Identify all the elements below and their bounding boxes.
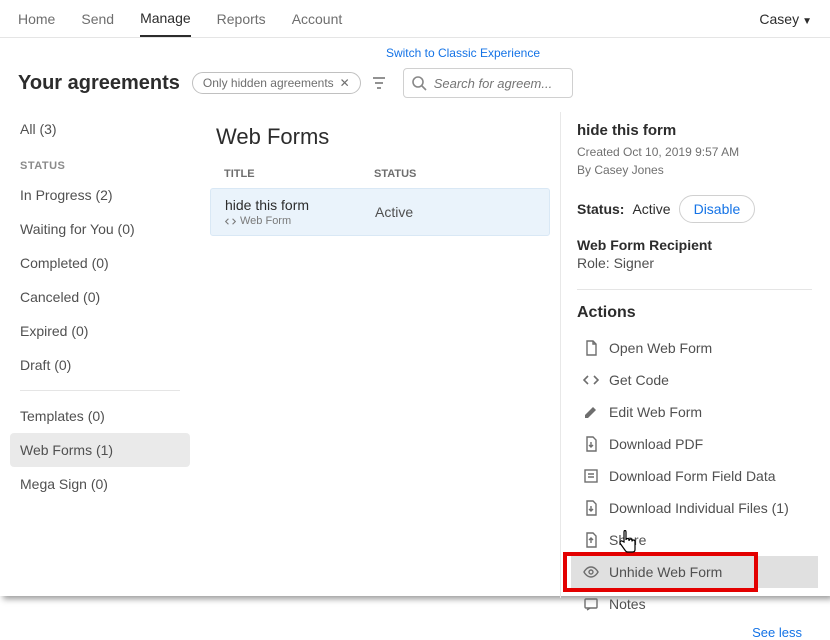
recipient-block: Web Form Recipient Role: Signer <box>577 237 812 271</box>
close-icon[interactable]: ✕ <box>340 76 350 90</box>
filter-icon[interactable] <box>371 75 387 91</box>
filter-chip[interactable]: Only hidden agreements ✕ <box>192 72 361 94</box>
action-label: Edit Web Form <box>609 404 702 420</box>
action-label: Open Web Form <box>609 340 712 356</box>
code-icon <box>583 372 599 388</box>
sidebar-waiting[interactable]: Waiting for You (0) <box>10 212 190 246</box>
sidebar-web-forms[interactable]: Web Forms (1) <box>10 433 190 467</box>
sidebar-canceled[interactable]: Canceled (0) <box>10 280 190 314</box>
sidebar-in-progress[interactable]: In Progress (2) <box>10 178 190 212</box>
sidebar-mega-sign[interactable]: Mega Sign (0) <box>10 467 190 501</box>
pencil-icon <box>583 404 599 420</box>
actions-block: Actions Open Web Form Get Code Edit Web … <box>577 304 812 640</box>
details-created: Created Oct 10, 2019 9:57 AM <box>577 143 812 161</box>
action-download-pdf[interactable]: Download PDF <box>577 428 812 460</box>
nav-manage[interactable]: Manage <box>140 0 191 37</box>
header-row: Your agreements Only hidden agreements ✕ <box>0 60 830 112</box>
row-status: Active <box>375 204 413 220</box>
action-share[interactable]: Share <box>577 524 812 556</box>
action-label: Download Individual Files (1) <box>609 500 789 516</box>
action-label: Get Code <box>609 372 669 388</box>
document-icon <box>583 340 599 356</box>
search-input[interactable] <box>403 68 573 98</box>
sidebar-templates[interactable]: Templates (0) <box>10 399 190 433</box>
action-unhide-web-form[interactable]: Unhide Web Form <box>571 556 818 588</box>
user-name: Casey <box>759 11 799 27</box>
see-less-link[interactable]: See less <box>752 625 802 640</box>
details-separator <box>577 289 812 290</box>
chip-label: Only hidden agreements <box>203 76 334 90</box>
row-subtype: Web Form <box>225 215 375 227</box>
action-notes[interactable]: Notes <box>577 588 812 620</box>
sidebar-heading-status: STATUS <box>10 146 190 178</box>
action-open-web-form[interactable]: Open Web Form <box>577 332 812 364</box>
action-label: Notes <box>609 596 646 612</box>
note-icon <box>583 596 599 612</box>
search-icon <box>411 75 427 91</box>
switch-classic-row: Switch to Classic Experience <box>220 38 560 60</box>
disable-button[interactable]: Disable <box>679 195 756 223</box>
chevron-down-icon: ▼ <box>802 16 812 27</box>
sidebar: All (3) STATUS In Progress (2) Waiting f… <box>0 112 200 598</box>
user-menu[interactable]: Casey▼ <box>759 11 812 27</box>
share-icon <box>583 532 599 548</box>
main: All (3) STATUS In Progress (2) Waiting f… <box>0 112 830 598</box>
details-title: hide this form <box>577 122 812 139</box>
top-nav: Home Send Manage Reports Account Casey▼ <box>0 0 830 38</box>
action-download-form-field-data[interactable]: Download Form Field Data <box>577 460 812 492</box>
status-label: Status: <box>577 201 624 217</box>
details-panel: hide this form Created Oct 10, 2019 9:57… <box>560 112 830 598</box>
sidebar-completed[interactable]: Completed (0) <box>10 246 190 280</box>
see-less-row: See less <box>577 620 812 640</box>
action-label: Download Form Field Data <box>609 468 776 484</box>
action-label: Unhide Web Form <box>609 564 722 580</box>
eye-icon <box>583 564 599 580</box>
center-heading: Web Forms <box>216 124 550 150</box>
nav-send[interactable]: Send <box>81 0 114 37</box>
switch-classic-link[interactable]: Switch to Classic Experience <box>386 46 540 60</box>
row-name: hide this form <box>225 197 375 213</box>
action-label: Share <box>609 532 646 548</box>
download-data-icon <box>583 468 599 484</box>
details-by: By Casey Jones <box>577 161 812 179</box>
recipient-label: Web Form Recipient <box>577 237 812 253</box>
status-value: Active <box>632 201 670 217</box>
action-label: Download PDF <box>609 436 703 452</box>
sidebar-separator <box>20 390 180 391</box>
table-header: TITLE STATUS <box>210 168 550 188</box>
col-title: TITLE <box>224 168 374 180</box>
action-get-code[interactable]: Get Code <box>577 364 812 396</box>
recipient-role: Role: Signer <box>577 255 812 271</box>
sidebar-all[interactable]: All (3) <box>10 112 190 146</box>
sidebar-draft[interactable]: Draft (0) <box>10 348 190 382</box>
nav-home[interactable]: Home <box>18 0 55 37</box>
files-icon <box>583 500 599 516</box>
code-icon <box>225 216 236 227</box>
page-title: Your agreements <box>18 72 180 95</box>
nav-reports[interactable]: Reports <box>217 0 266 37</box>
center-panel: Web Forms TITLE STATUS hide this form We… <box>200 112 560 598</box>
action-edit-web-form[interactable]: Edit Web Form <box>577 396 812 428</box>
actions-heading: Actions <box>577 304 812 322</box>
nav-account[interactable]: Account <box>292 0 343 37</box>
action-download-individual-files[interactable]: Download Individual Files (1) <box>577 492 812 524</box>
col-status: STATUS <box>374 168 416 180</box>
details-status-row: Status: Active Disable <box>577 195 812 223</box>
table-row[interactable]: hide this form Web Form Active <box>210 188 550 236</box>
search-wrap <box>403 68 573 98</box>
sidebar-expired[interactable]: Expired (0) <box>10 314 190 348</box>
download-pdf-icon <box>583 436 599 452</box>
